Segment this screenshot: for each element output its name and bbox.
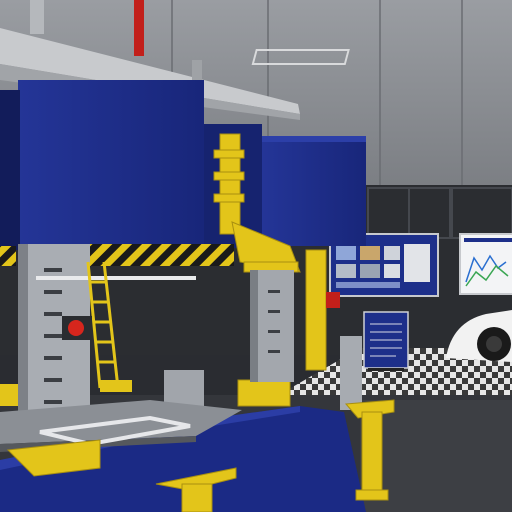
factory-3d-scene	[0, 0, 512, 512]
blue-machine-far	[262, 136, 366, 246]
steel-shield-plate	[340, 336, 362, 410]
hazard-stripe-band	[84, 244, 234, 266]
canopy-bracket	[30, 0, 44, 34]
blue-machine-left-post	[0, 90, 20, 250]
scene-svg	[0, 0, 512, 512]
ladder-base	[100, 380, 132, 392]
info-screen-chart	[459, 233, 512, 295]
hazard-stripe-left	[0, 246, 16, 266]
yellow-corner-base-left	[0, 384, 18, 406]
blue-machine-main	[18, 80, 204, 248]
info-standee	[363, 311, 409, 371]
steel-fixture-column-mid	[250, 270, 294, 382]
red-block	[326, 292, 340, 308]
stop-button-icon	[68, 320, 84, 336]
horizontal-rail	[36, 276, 196, 280]
blue-machine-far-top	[262, 136, 366, 142]
red-pipe	[134, 0, 144, 56]
